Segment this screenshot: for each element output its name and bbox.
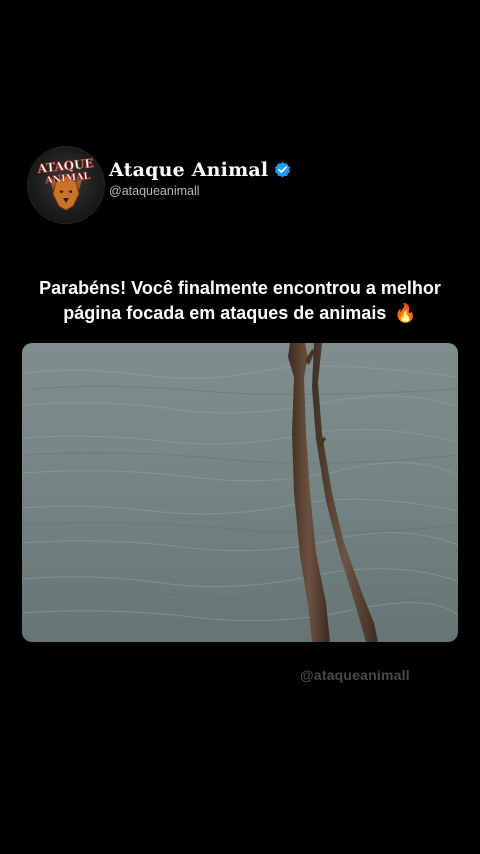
- caption-line-2: página focada em ataques de animais: [63, 303, 387, 323]
- profile-avatar[interactable]: ATAQUE ANIMAL: [27, 146, 105, 224]
- profile-header: ATAQUE ANIMAL Ataque Animal @ataqueanima…: [27, 146, 292, 224]
- verified-badge-icon: [275, 161, 291, 178]
- profile-handle[interactable]: @ataqueanimall: [109, 184, 292, 198]
- post-video[interactable]: [22, 343, 458, 642]
- name-row: Ataque Animal: [109, 159, 292, 181]
- fire-emoji-icon: 🔥: [394, 303, 417, 323]
- display-name[interactable]: Ataque Animal: [109, 159, 268, 181]
- post-caption: Parabéns! Você finalmente encontrou a me…: [20, 276, 460, 326]
- watermark-handle: @ataqueanimall: [300, 667, 410, 683]
- caption-line-1: Parabéns! Você finalmente encontrou a me…: [39, 278, 441, 298]
- profile-info: Ataque Animal @ataqueanimall: [109, 159, 292, 198]
- caption-line-2-row: página focada em ataques de animais 🔥: [20, 301, 460, 326]
- river-with-branches-image: [22, 343, 458, 642]
- lion-logo-icon: ATAQUE ANIMAL: [36, 156, 95, 211]
